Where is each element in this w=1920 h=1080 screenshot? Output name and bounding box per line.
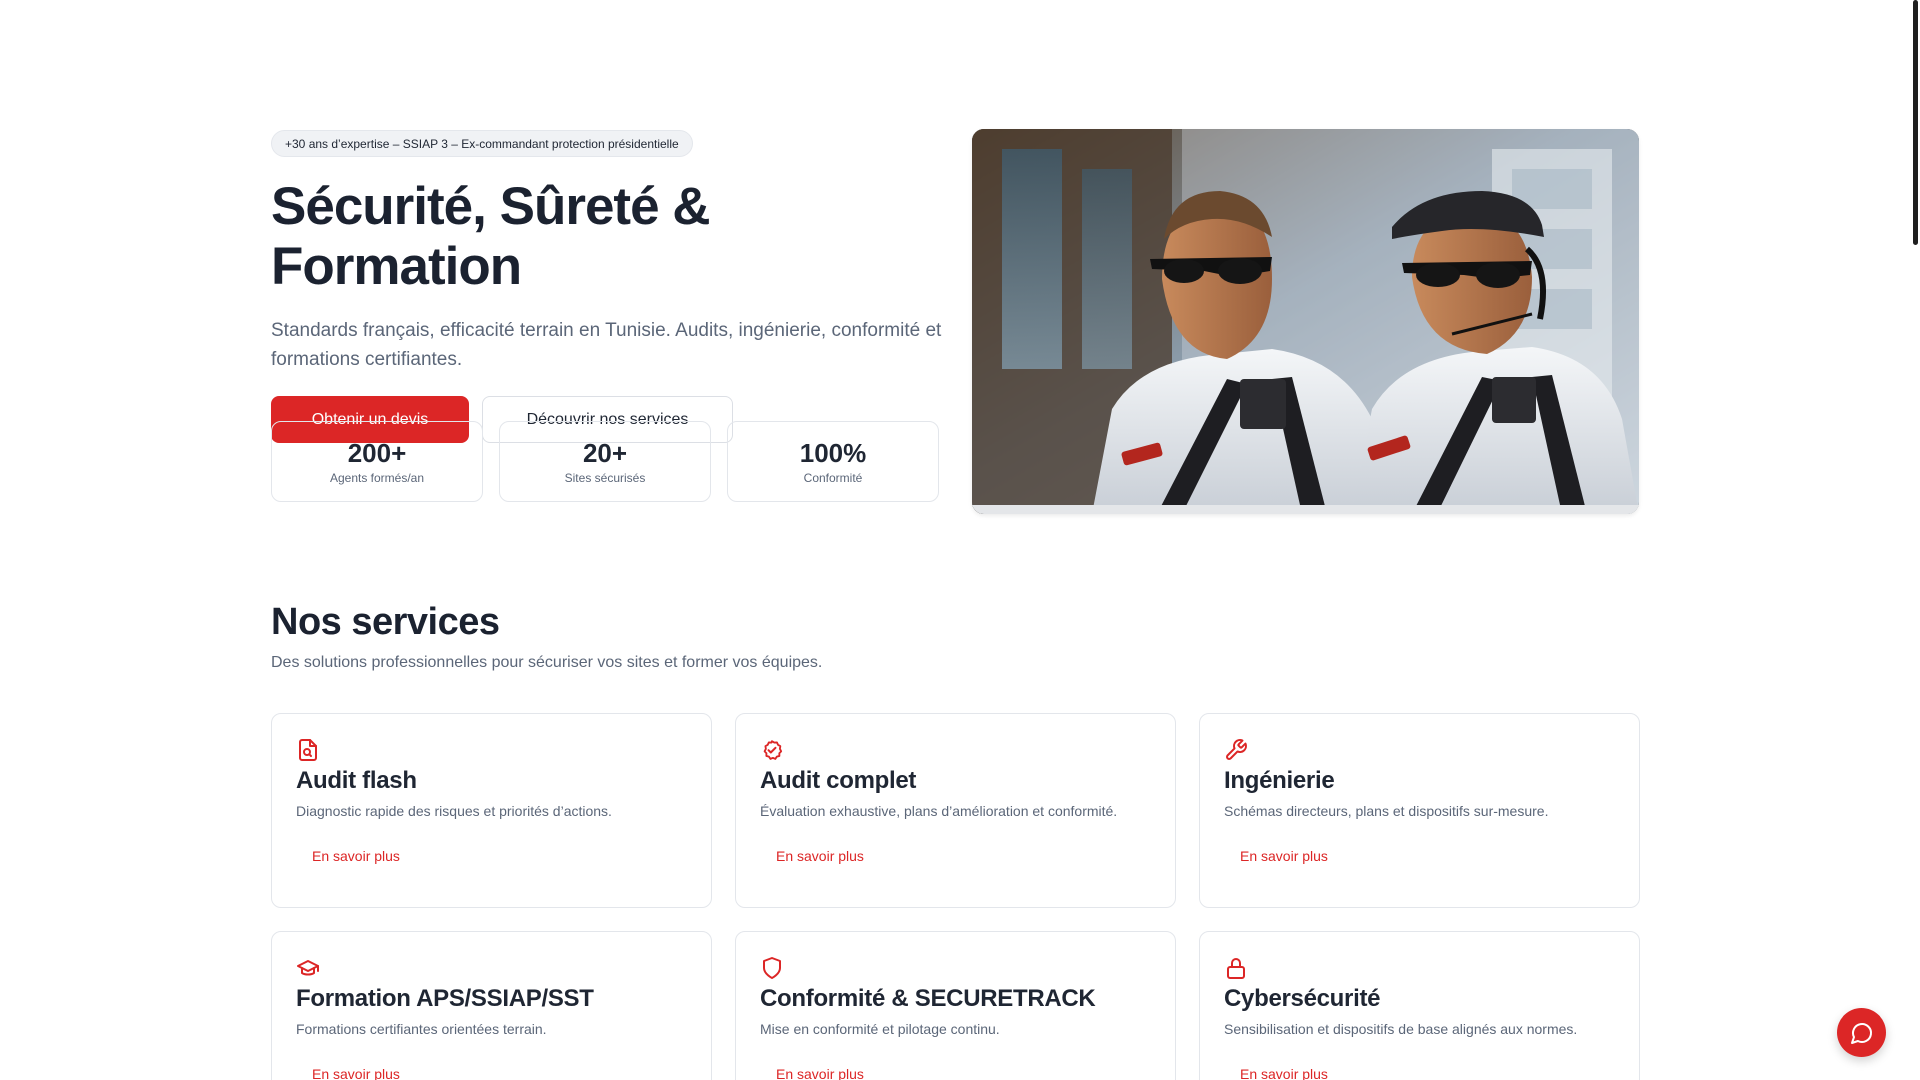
learn-more-link[interactable]: En savoir plus: [776, 848, 864, 864]
learn-more-link[interactable]: En savoir plus: [312, 848, 400, 864]
service-card-audit-complet: Audit complet Évaluation exhaustive, pla…: [735, 713, 1176, 908]
security-agents-illustration: [972, 129, 1639, 514]
hero-content: +30 ans d’expertise – SSIAP 3 – Ex-comma…: [271, 130, 941, 443]
learn-more-link[interactable]: En savoir plus: [776, 1066, 864, 1080]
card-title: Audit complet: [760, 767, 917, 794]
stat-card: 20+ Sites sécurisés: [499, 421, 711, 502]
page: +30 ans d’expertise – SSIAP 3 – Ex-comma…: [0, 0, 1920, 1080]
card-title: Ingénierie: [1224, 767, 1335, 794]
hero-subtitle: Standards français, efficacité terrain e…: [271, 320, 942, 370]
card-description: Schémas directeurs, plans et dispositifs…: [1224, 803, 1549, 819]
scrollbar-thumb[interactable]: [1913, 0, 1918, 245]
stat-card: 200+ Agents formés/an: [271, 421, 483, 502]
services-section: Nos services Des solutions professionnel…: [271, 600, 1640, 1080]
card-title: Formation APS/SSIAP/SST: [296, 985, 594, 1012]
card-title: Audit flash: [296, 767, 417, 794]
learn-more-link[interactable]: En savoir plus: [312, 1066, 400, 1080]
stat-value: 200+: [347, 438, 407, 468]
services-subtitle: Des solutions professionnelles pour sécu…: [271, 654, 823, 671]
stat-label: Agents formés/an: [329, 471, 425, 485]
stat-card: 100% Conformité: [727, 421, 939, 502]
document-search-icon: [296, 738, 320, 762]
stat-label: Conformité: [803, 471, 863, 485]
stat-label: Sites sécurisés: [564, 471, 646, 485]
card-description: Évaluation exhaustive, plans d’améliorat…: [760, 803, 1118, 819]
service-card-ingenierie: Ingénierie Schémas directeurs, plans et …: [1199, 713, 1640, 908]
service-card-audit-flash: Audit flash Diagnostic rapide des risque…: [271, 713, 712, 908]
stat-value: 100%: [799, 438, 867, 468]
learn-more-link[interactable]: En savoir plus: [1240, 848, 1328, 864]
learn-more-link[interactable]: En savoir plus: [1240, 1066, 1328, 1080]
shield-icon: [760, 956, 784, 980]
service-card-formation: Formation APS/SSIAP/SST Formations certi…: [271, 931, 712, 1080]
check-badge-icon: [760, 738, 784, 762]
chat-button[interactable]: [1837, 1008, 1886, 1057]
lock-icon: [1224, 956, 1248, 980]
expertise-badge: +30 ans d’expertise – SSIAP 3 – Ex-comma…: [271, 130, 693, 157]
stat-value: 20+: [582, 438, 628, 468]
card-title: Conformité & SECURETRACK: [760, 985, 1096, 1012]
wrench-icon: [1224, 738, 1248, 762]
stats-row: 200+ Agents formés/an 20+ Sites sécurisé…: [271, 421, 939, 502]
graduation-cap-icon: [296, 956, 320, 980]
hero-photo: [972, 129, 1639, 514]
card-description: Sensibilisation et dispositifs de base a…: [1224, 1021, 1578, 1037]
page-scrollbar[interactable]: [1911, 0, 1920, 1080]
hero-section: +30 ans d’expertise – SSIAP 3 – Ex-comma…: [271, 129, 1639, 514]
service-card-cybersecurite: Cybersécurité Sensibilisation et disposi…: [1199, 931, 1640, 1080]
hero-title: Sécurité, Sûreté & Formation: [271, 177, 711, 296]
services-title: Nos services: [271, 601, 500, 643]
card-description: Formations certifiantes orientées terrai…: [296, 1021, 547, 1037]
chat-bubble-icon: [1850, 1022, 1872, 1044]
card-description: Diagnostic rapide des risques et priorit…: [296, 803, 612, 819]
card-title: Cybersécurité: [1224, 985, 1381, 1012]
card-description: Mise en conformité et pilotage continu.: [760, 1021, 1000, 1037]
service-card-conformite: Conformité & SECURETRACK Mise en conform…: [735, 931, 1176, 1080]
